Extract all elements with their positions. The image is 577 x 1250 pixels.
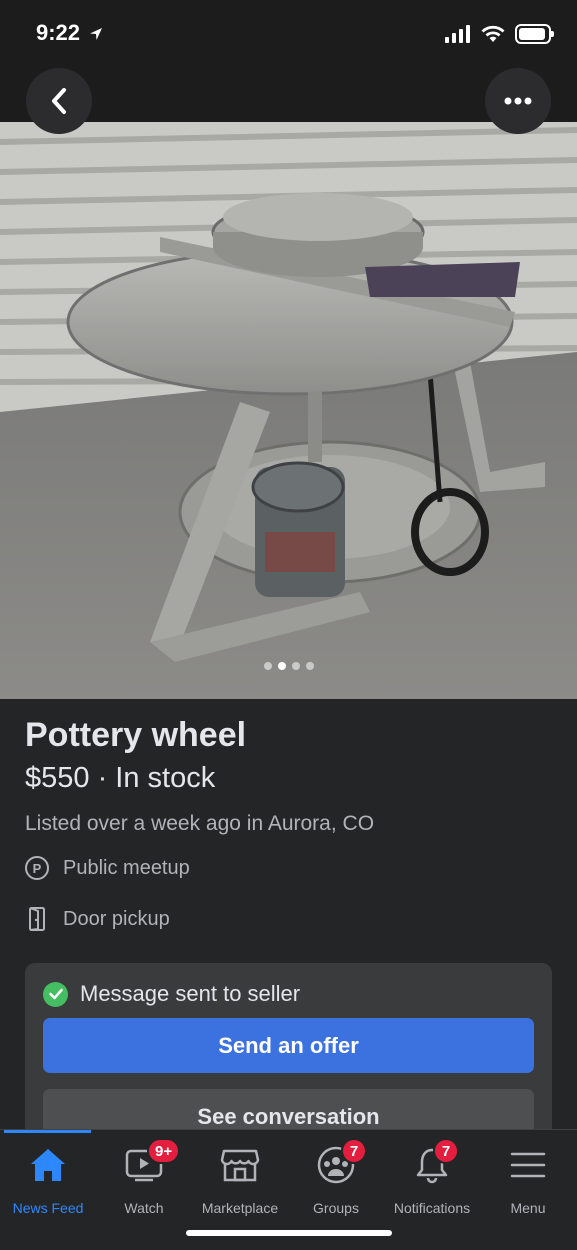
tab-label: Groups [313,1200,359,1216]
chevron-left-icon [52,88,66,114]
photo-page-indicator [0,662,577,670]
parking-icon: P [25,856,49,880]
tab-label: Notifications [393,1200,471,1216]
status-icons [445,24,554,44]
listing-meta: Listed over a week ago in Aurora, CO [25,812,375,835]
send-offer-button[interactable]: Send an offer [43,1018,534,1073]
door-icon [29,907,45,931]
pottery-wheel-photo [0,122,577,699]
tab-marketplace[interactable]: Marketplace [192,1142,288,1216]
home-indicator[interactable] [186,1230,392,1236]
message-sent-status: Message sent to seller [43,981,300,1007]
message-sent-label: Message sent to seller [80,981,301,1006]
public-meetup-row: P Public meetup [25,856,190,880]
more-horizontal-icon [504,97,532,105]
tab-news-feed[interactable]: News Feed [0,1142,96,1216]
more-options-button[interactable] [485,68,551,134]
message-card: Message sent to seller Send an offer See… [25,963,552,1153]
listing-title: Pottery wheel [25,716,247,754]
page-dot[interactable] [291,662,300,670]
tab-label: Marketplace [201,1200,279,1216]
back-button[interactable] [26,68,92,134]
home-icon [31,1149,65,1181]
notifications-badge: 7 [433,1138,459,1164]
listing-photo[interactable] [0,122,577,699]
page-dot-active[interactable] [277,662,286,670]
watch-badge: 9+ [147,1138,181,1164]
active-tab-indicator [4,1130,91,1133]
page-dot[interactable] [305,662,314,670]
listing-price: $550 · In stock [25,762,216,794]
status-time: 9:22 [36,20,104,46]
door-pickup-row: Door pickup [25,906,170,932]
battery-icon [515,24,554,44]
door-pickup-label: Door pickup [63,907,170,930]
hamburger-menu-icon [510,1152,546,1178]
location-arrow-icon [90,28,103,41]
groups-badge: 7 [341,1138,367,1164]
tab-menu[interactable]: Menu [480,1142,576,1216]
page-dot[interactable] [263,662,272,670]
public-meetup-label: Public meetup [63,856,190,879]
wifi-icon [481,25,505,42]
status-bar: 9:22 [0,0,577,66]
signal-icon [445,25,470,43]
tab-groups[interactable]: 7 Groups [288,1138,384,1216]
tab-watch[interactable]: 9+ Watch [96,1138,192,1216]
check-circle-icon [43,981,68,1007]
tab-label: News Feed [12,1200,84,1216]
tab-label: Menu [510,1200,546,1216]
tab-notifications[interactable]: 7 Notifications [384,1138,480,1216]
marketplace-icon [220,1149,260,1182]
tab-label: Watch [124,1200,164,1216]
